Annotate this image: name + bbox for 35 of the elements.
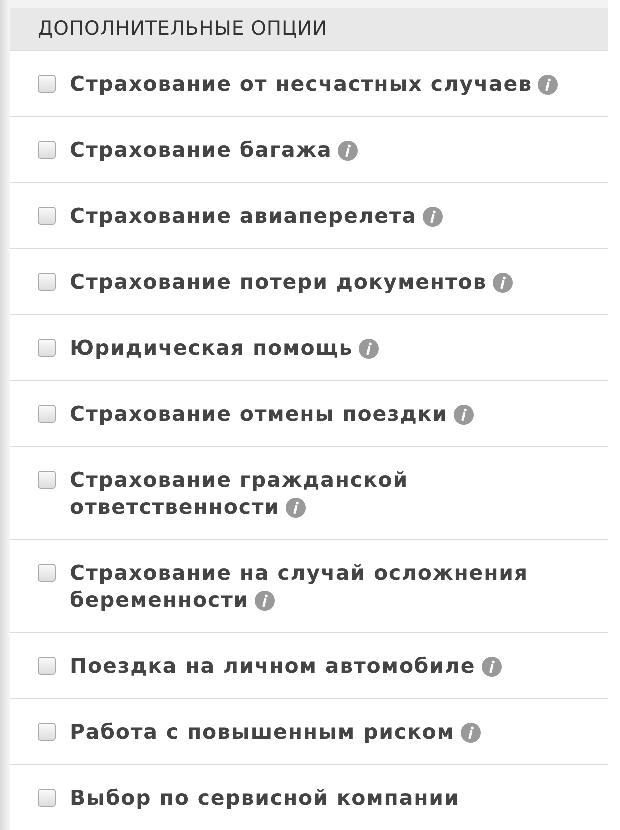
- info-icon[interactable]: [423, 206, 443, 226]
- checkbox[interactable]: [38, 207, 56, 225]
- option-label: Страхование авиаперелета: [70, 203, 417, 230]
- info-icon[interactable]: [338, 140, 358, 160]
- info-icon[interactable]: [359, 338, 380, 358]
- checkbox[interactable]: [38, 75, 56, 93]
- checkbox[interactable]: [38, 405, 56, 423]
- option-label: ответственности: [70, 494, 280, 521]
- option-label: Страхование отмены поездки: [70, 401, 448, 428]
- info-icon[interactable]: [493, 272, 514, 292]
- checkbox[interactable]: [38, 657, 56, 675]
- option-label: Страхование багажа: [70, 137, 332, 164]
- info-icon[interactable]: [538, 74, 558, 94]
- info-icon[interactable]: [454, 404, 474, 424]
- checkbox[interactable]: [38, 723, 56, 741]
- checkbox[interactable]: [38, 789, 56, 807]
- info-icon[interactable]: [255, 590, 276, 610]
- option-label: Страхование от несчастных случаев: [70, 71, 532, 98]
- info-icon[interactable]: [460, 722, 481, 742]
- option-label: Работа с повышенным риском: [70, 719, 455, 746]
- option-label: Страхование гражданской: [70, 467, 408, 494]
- checkbox[interactable]: [38, 339, 56, 357]
- checkbox[interactable]: [38, 564, 56, 582]
- option-label: Страхование потери документов: [70, 269, 488, 296]
- option-label: Юридическая помощь: [70, 335, 354, 362]
- info-icon[interactable]: [286, 498, 306, 518]
- option-label: беременности: [70, 587, 250, 614]
- option-label: Поездка на личном автомобиле: [70, 653, 476, 680]
- checkbox[interactable]: [38, 273, 56, 291]
- option-label: Страхование на случай осложнения: [70, 560, 528, 587]
- checkbox[interactable]: [38, 471, 56, 489]
- info-icon[interactable]: [482, 656, 502, 676]
- section-title: ДОПОЛНИТЕЛЬНЫЕ ОПЦИИ: [38, 16, 328, 42]
- option-label: Выбор по сервисной компании: [70, 785, 460, 812]
- checkbox[interactable]: [38, 141, 56, 159]
